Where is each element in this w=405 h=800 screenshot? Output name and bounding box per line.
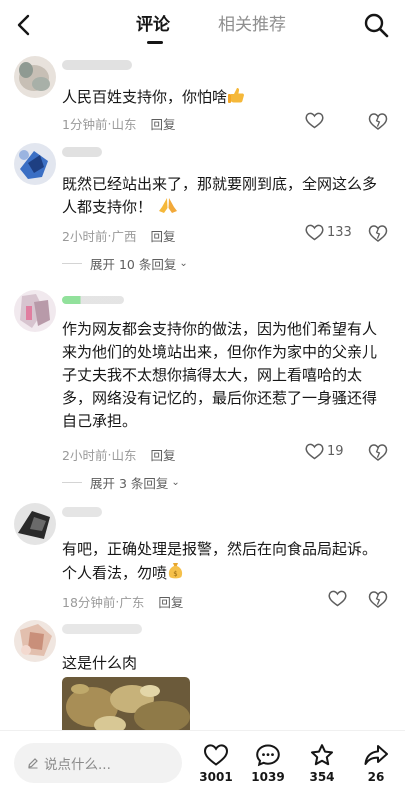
favorite-action[interactable]: 354 — [300, 743, 344, 784]
star-icon — [311, 744, 333, 766]
svg-text:$: $ — [173, 570, 177, 578]
avatar[interactable] — [14, 56, 56, 98]
reply-button[interactable]: 回复 — [150, 226, 175, 245]
comment-text: 有吧，正确处理是报警，然后在向食品局起诉。个人看法，勿喷 $ — [62, 540, 378, 582]
like-count: 133 — [327, 225, 352, 240]
like-action[interactable]: 3001 — [194, 743, 238, 784]
comment-text: 这是什么肉 — [62, 654, 138, 672]
chevron-down-icon: ⌄ — [179, 258, 188, 269]
comment-time: 1分钟前 — [62, 117, 108, 132]
comment-meta: 18分钟前 · 广东 回复 — [62, 592, 183, 611]
comment-text: 作为网友都会支持你的做法，因为他们希望有人来为他们的处境站出来，但你作为家中的父… — [62, 320, 378, 430]
comment-time: 18分钟前 — [62, 595, 116, 610]
comment-meta: 1分钟前 · 山东 回复 — [62, 114, 175, 133]
comment-input[interactable]: 说点什么... — [14, 743, 182, 783]
like-button[interactable] — [328, 590, 350, 607]
username-blurred[interactable] — [62, 296, 124, 304]
comment-item: 既然已经站出来了，那就要刚到底，全网这么多人都支持你！ 2小时前 · 广西 回复… — [0, 143, 405, 278]
avatar[interactable] — [14, 620, 56, 662]
comment-text: 既然已经站出来了，那就要刚到底，全网这么多人都支持你！ — [62, 175, 378, 216]
active-tab-indicator — [147, 41, 163, 44]
expand-replies-button[interactable]: 展开 3 条回复 ⌄ — [62, 473, 180, 492]
username-blurred[interactable] — [62, 147, 102, 157]
like-button[interactable] — [305, 112, 327, 129]
comment-image[interactable] — [62, 677, 190, 737]
comment-bubble-icon — [256, 744, 280, 767]
comment-location: 山东 — [111, 117, 137, 132]
likes-count: 3001 — [199, 770, 233, 784]
thumbs-up-emoji-icon — [228, 88, 244, 103]
money-bag-emoji-icon: $ — [168, 563, 183, 579]
heart-icon — [305, 112, 324, 129]
heart-icon — [203, 744, 229, 766]
like-button[interactable]: 133 — [305, 224, 352, 241]
reply-button[interactable]: 回复 — [150, 445, 175, 464]
dislike-icon[interactable] — [368, 590, 388, 609]
comment-location: 山东 — [111, 448, 137, 463]
comment-text: 人民百姓支持你，你怕啥 — [62, 86, 387, 109]
comment-location: 广西 — [111, 229, 137, 244]
heart-icon — [305, 443, 324, 460]
share-arrow-icon — [364, 745, 388, 765]
comment-item: 人民百姓支持你，你怕啥 1分钟前 · 山东 回复 — [0, 56, 405, 142]
expand-divider — [62, 263, 82, 264]
comments-count: 1039 — [251, 770, 285, 784]
like-button[interactable]: 19 — [305, 443, 344, 460]
username-blurred[interactable] — [62, 60, 132, 70]
dislike-icon[interactable] — [368, 112, 388, 131]
shares-count: 26 — [367, 770, 385, 784]
reply-button[interactable]: 回复 — [150, 114, 175, 133]
expand-divider — [62, 482, 82, 483]
avatar[interactable] — [14, 503, 56, 545]
expand-replies-label: 展开 3 条回复 — [90, 476, 169, 491]
pencil-icon — [28, 758, 38, 769]
comment-item: 有吧，正确处理是报警，然后在向食品局起诉。个人看法，勿喷 $ 18分钟前 · 广东… — [0, 503, 405, 613]
comment-item: 这是什么肉 — [0, 620, 405, 737]
chevron-down-icon: ⌄ — [171, 477, 180, 488]
avatar[interactable] — [14, 143, 56, 185]
favorites-count: 354 — [309, 770, 335, 784]
comment-action[interactable]: 1039 — [246, 743, 290, 784]
heart-icon — [305, 224, 324, 241]
tab-comments[interactable]: 评论 — [136, 14, 170, 36]
expand-replies-button[interactable]: 展开 10 条回复 ⌄ — [62, 254, 188, 273]
comment-input-placeholder: 说点什么... — [44, 757, 111, 773]
username-blurred[interactable] — [62, 507, 102, 517]
comment-meta: 2小时前 · 广西 回复 — [62, 226, 175, 245]
heart-icon — [328, 590, 347, 607]
dislike-icon[interactable] — [368, 443, 388, 462]
like-count: 19 — [327, 444, 344, 459]
praying-hands-emoji-icon — [158, 198, 177, 213]
back-arrow-icon[interactable] — [12, 12, 38, 38]
comment-time: 2小时前 — [62, 229, 108, 244]
reply-button[interactable]: 回复 — [158, 592, 183, 611]
share-action[interactable]: 26 — [354, 743, 398, 784]
dislike-icon[interactable] — [368, 224, 388, 243]
comment-meta: 2小时前 · 山东 回复 — [62, 445, 175, 464]
comment-item: 作为网友都会支持你的做法，因为他们希望有人来为他们的处境站出来，但你作为家中的父… — [0, 290, 405, 495]
expand-replies-label: 展开 10 条回复 — [90, 257, 177, 272]
tab-related[interactable]: 相关推荐 — [218, 14, 286, 36]
top-bar: 评论 相关推荐 — [0, 0, 405, 50]
comment-time: 2小时前 — [62, 448, 108, 463]
comment-location: 广东 — [119, 595, 145, 610]
bottom-bar: 说点什么... 3001 1039 354 26 — [0, 730, 405, 800]
search-icon[interactable] — [362, 11, 390, 39]
username-blurred[interactable] — [62, 624, 142, 634]
avatar[interactable] — [14, 290, 56, 332]
